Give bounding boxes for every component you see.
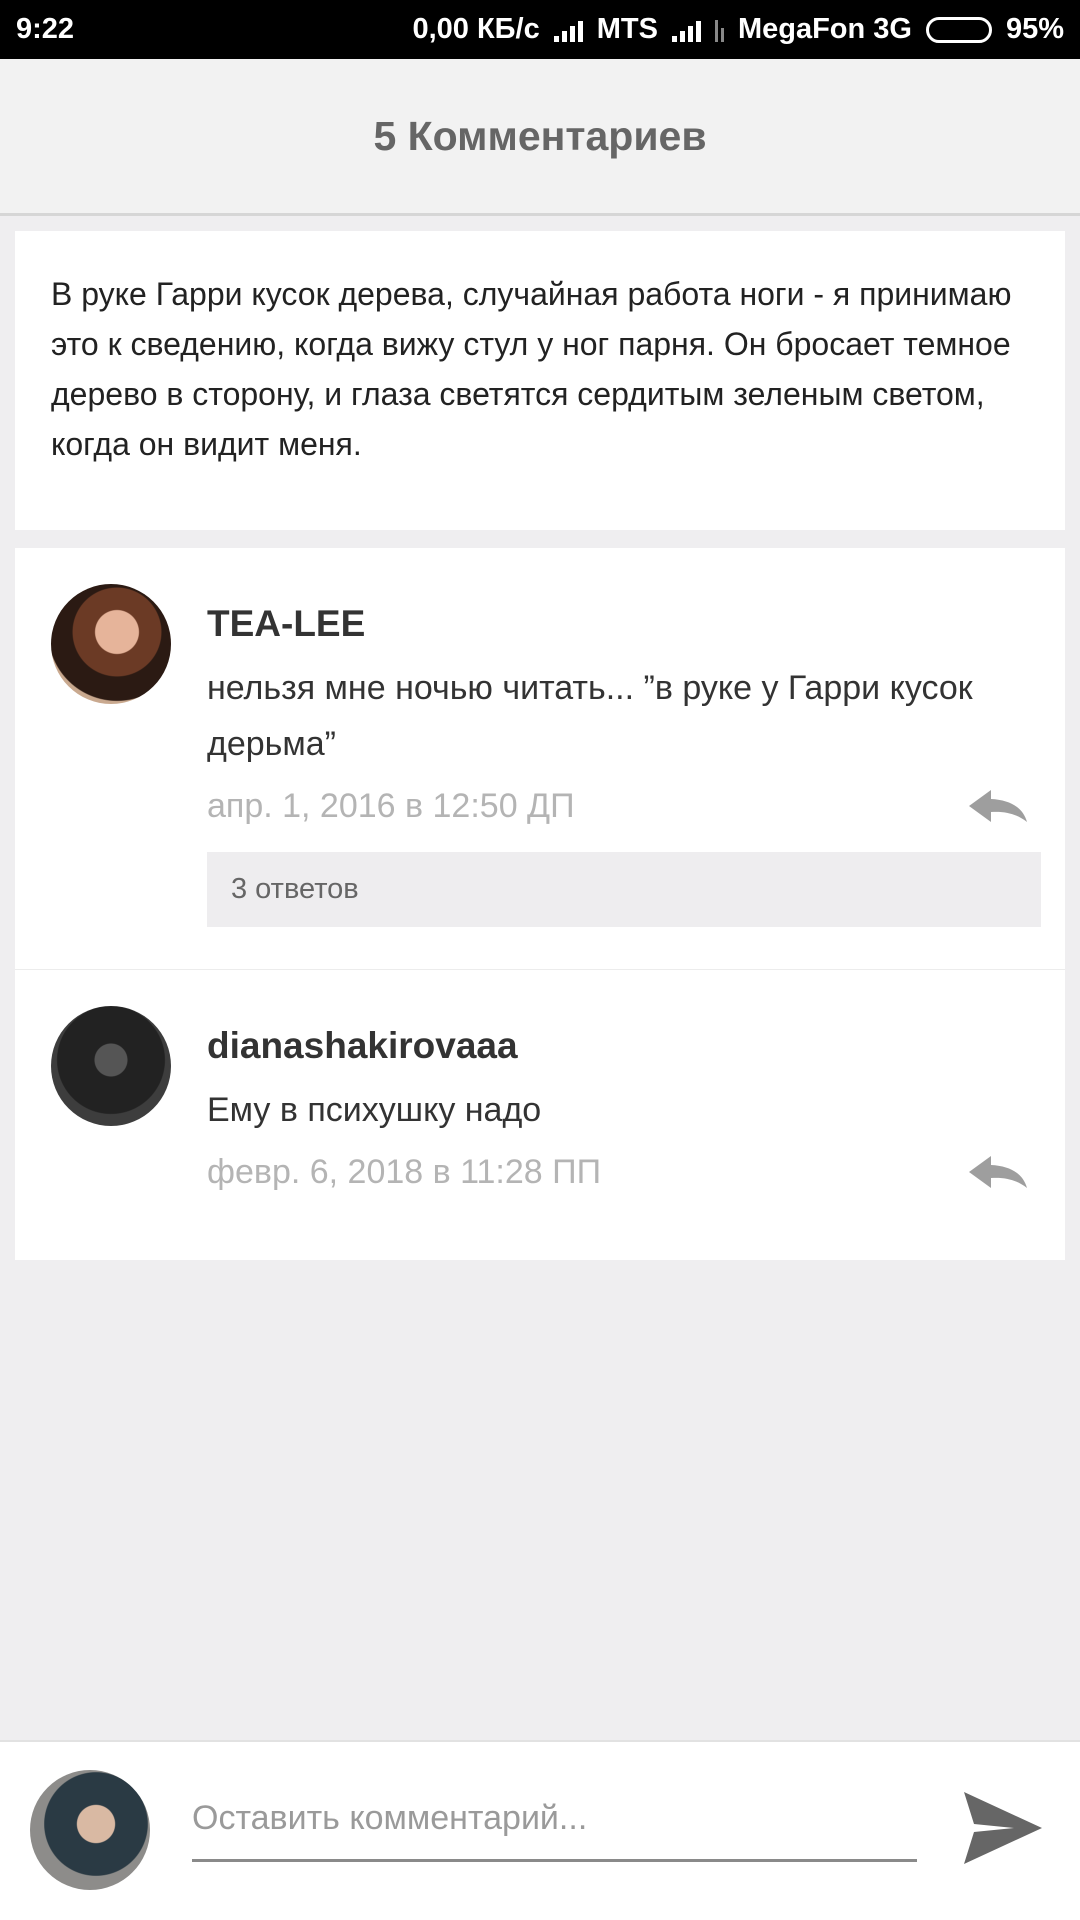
comment-date: апр. 1, 2016 в 12:50 ДП bbox=[207, 786, 575, 825]
comment-author[interactable]: dianashakirovaaa bbox=[207, 1024, 1041, 1068]
avatar[interactable] bbox=[51, 1006, 171, 1126]
signal-icon bbox=[671, 18, 701, 42]
comment-composer bbox=[0, 1740, 1080, 1920]
comment-input[interactable] bbox=[192, 1778, 917, 1862]
avatar[interactable] bbox=[51, 584, 171, 704]
comment-list: TEA-LEE нельзя мне ночью читать... ”в ру… bbox=[15, 548, 1065, 1260]
status-bar: 9:22 0,00 КБ/с MTS MegaFon 3G 95% bbox=[0, 0, 1080, 59]
excerpt-text: В руке Гарри кусок дерева, случайная раб… bbox=[51, 276, 1012, 462]
battery-icon bbox=[925, 16, 992, 43]
comment-date: февр. 6, 2018 в 11:28 ПП bbox=[207, 1152, 602, 1191]
status-battery: 95% bbox=[1005, 13, 1064, 45]
comment-item: TEA-LEE нельзя мне ночью читать... ”в ру… bbox=[15, 548, 1065, 970]
status-network-speed: 0,00 КБ/с bbox=[412, 13, 540, 45]
reply-icon[interactable] bbox=[965, 786, 1031, 826]
page-title: 5 Комментариев bbox=[373, 112, 707, 159]
comment-item: dianashakirovaaa Ему в психушку надо фев… bbox=[15, 970, 1065, 1260]
comment-author[interactable]: TEA-LEE bbox=[207, 602, 1041, 646]
comment-text: Ему в психушку надо bbox=[207, 1091, 542, 1129]
send-icon[interactable] bbox=[960, 1788, 1046, 1868]
reply-icon[interactable] bbox=[965, 1152, 1031, 1192]
replies-label: 3 ответов bbox=[231, 873, 359, 905]
quoted-excerpt: В руке Гарри кусок дерева, случайная раб… bbox=[15, 231, 1065, 530]
status-carrier-2: MegaFon 3G bbox=[737, 13, 912, 45]
data-transfer-icon bbox=[714, 18, 724, 42]
view-replies-button[interactable]: 3 ответов bbox=[207, 852, 1041, 927]
signal-icon bbox=[553, 18, 583, 42]
status-carrier-1: MTS bbox=[596, 13, 658, 45]
comment-text: нельзя мне ночью читать... ”в руке у Гар… bbox=[207, 669, 973, 763]
app-bar: 5 Комментариев bbox=[0, 59, 1080, 216]
status-time: 9:22 bbox=[16, 13, 75, 45]
avatar bbox=[30, 1770, 150, 1890]
